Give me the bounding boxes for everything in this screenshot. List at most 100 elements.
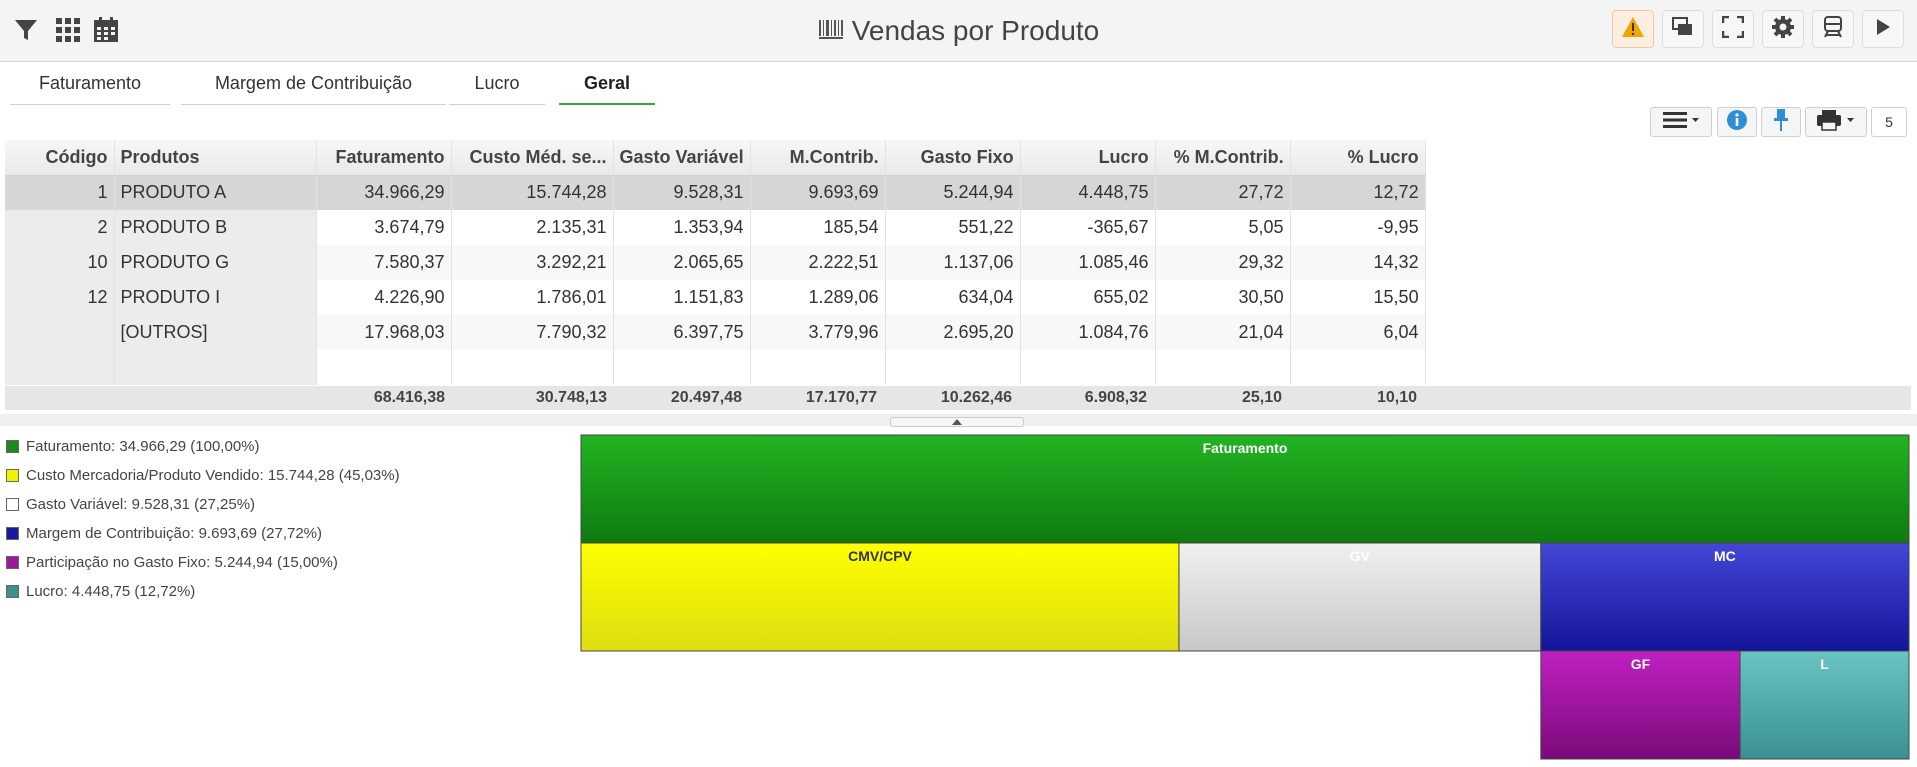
col-header-faturamento[interactable]: Faturamento: [316, 140, 452, 176]
print-icon: [1816, 109, 1856, 136]
cell: PRODUTO A: [114, 175, 317, 210]
info-button[interactable]: [1717, 107, 1757, 137]
pin-icon: [1773, 108, 1789, 137]
cell: -9,95: [1290, 210, 1426, 245]
legend-swatch: [6, 527, 19, 540]
cell: 185,54: [750, 210, 886, 245]
cell: 2.065,65: [613, 245, 751, 280]
cell: 1.085,46: [1020, 245, 1156, 280]
windows-icon: [1672, 16, 1694, 42]
cell: 6.397,75: [613, 315, 751, 350]
cell: 5.244,94: [885, 175, 1021, 210]
settings-button[interactable]: [1762, 10, 1804, 48]
pin-button[interactable]: [1761, 107, 1801, 137]
cell: 10: [5, 245, 115, 280]
column-menu-button[interactable]: [1650, 107, 1712, 137]
cell: 551,22: [885, 210, 1021, 245]
legend-swatch: [6, 498, 19, 511]
legend-item-custo: Custo Mercadoria/Produto Vendido: 15.744…: [6, 461, 400, 490]
cell: [OUTROS]: [114, 315, 317, 350]
cell: 634,04: [885, 280, 1021, 315]
table-row[interactable]: 2 PRODUTO B 3.674,79 2.135,31 1.353,94 1…: [5, 210, 1426, 245]
chart-legend: Faturamento: 34.966,29 (100,00%) Custo M…: [6, 432, 400, 606]
empty-row: [5, 350, 1426, 385]
warning-button[interactable]: [1612, 10, 1654, 48]
table-row[interactable]: 1 PRODUTO A 34.966,29 15.744,28 9.528,31…: [5, 175, 1426, 210]
barcode-icon: [818, 17, 844, 46]
legend-item-lucro: Lucro: 4.448,75 (12,72%): [6, 577, 400, 606]
total-custo: 30.748,13: [535, 389, 607, 406]
legend-item-faturamento: Faturamento: 34.966,29 (100,00%): [6, 432, 400, 461]
windows-button[interactable]: [1662, 10, 1704, 48]
col-header-gasto-variavel[interactable]: Gasto Variável: [613, 140, 751, 176]
totals-row: 68.416,38 30.748,13 20.497,48 17.170,77 …: [5, 386, 1911, 410]
cell: -365,67: [1020, 210, 1156, 245]
treemap-label-gv: GV: [1350, 548, 1371, 564]
fullscreen-icon: [1721, 15, 1745, 43]
top-bar: Vendas por Produto: [0, 0, 1917, 62]
tab-lucro[interactable]: Lucro: [449, 63, 545, 105]
cell: 5,05: [1155, 210, 1291, 245]
table-row[interactable]: 12 PRODUTO I 4.226,90 1.786,01 1.151,83 …: [5, 280, 1426, 315]
cell: 1.353,94: [613, 210, 751, 245]
table-row[interactable]: [OUTROS] 17.968,03 7.790,32 6.397,75 3.7…: [5, 315, 1426, 350]
legend-item-gasto-variavel: Gasto Variável: 9.528,31 (27,25%): [6, 490, 400, 519]
splitter-handle[interactable]: [890, 417, 1024, 427]
col-header-pct-m-contrib[interactable]: % M.Contrib.: [1155, 140, 1291, 176]
cell: 1.084,76: [1020, 315, 1156, 350]
legend-swatch: [6, 440, 19, 453]
info-icon: [1726, 109, 1748, 136]
gear-icon: [1771, 15, 1795, 44]
cell: 27,72: [1155, 175, 1291, 210]
col-header-lucro[interactable]: Lucro: [1020, 140, 1156, 176]
page-title: Vendas por Produto: [851, 15, 1100, 46]
cell: PRODUTO G: [114, 245, 317, 280]
cell: 15,50: [1290, 280, 1426, 315]
warning-icon: [1621, 16, 1645, 43]
cell: 2.695,20: [885, 315, 1021, 350]
record-count-badge[interactable]: 5: [1871, 107, 1907, 137]
cell: 21,04: [1155, 315, 1291, 350]
data-table: Código Produtos Faturamento Custo Méd. s…: [5, 140, 1426, 385]
train-icon: [1821, 15, 1845, 44]
cell: 14,32: [1290, 245, 1426, 280]
col-header-pct-lucro[interactable]: % Lucro: [1290, 140, 1426, 176]
col-header-gasto-fixo[interactable]: Gasto Fixo: [885, 140, 1021, 176]
cell: 9.528,31: [613, 175, 751, 210]
cell: 2: [5, 210, 115, 245]
legend-item-margem: Margem de Contribuição: 9.693,69 (27,72%…: [6, 519, 400, 548]
col-header-custo-medio[interactable]: Custo Méd. se...: [451, 140, 614, 176]
menu-icon: [1662, 111, 1700, 134]
treemap-label-mc: MC: [1714, 548, 1736, 564]
cell: 12: [5, 280, 115, 315]
legend-swatch: [6, 556, 19, 569]
cell: 1: [5, 175, 115, 210]
cell: 34.966,29: [316, 175, 452, 210]
print-button[interactable]: [1805, 107, 1867, 137]
cell: 4.226,90: [316, 280, 452, 315]
legend-swatch: [6, 585, 19, 598]
treemap-chart: Faturamento CMV/CPV GV MC GF L: [580, 434, 1910, 760]
cell: 3.779,96: [750, 315, 886, 350]
cell: [5, 315, 115, 350]
tab-margem-contribuicao[interactable]: Margem de Contribuição: [181, 63, 446, 105]
cell: 1.786,01: [451, 280, 614, 315]
cell: 7.580,37: [316, 245, 452, 280]
cell: 1.137,06: [885, 245, 1021, 280]
tab-faturamento[interactable]: Faturamento: [10, 63, 170, 105]
train-button[interactable]: [1812, 10, 1854, 48]
cell: PRODUTO I: [114, 280, 317, 315]
cell: 29,32: [1155, 245, 1291, 280]
fullscreen-button[interactable]: [1712, 10, 1754, 48]
col-header-produtos[interactable]: Produtos: [114, 140, 317, 176]
table-row[interactable]: 10 PRODUTO G 7.580,37 3.292,21 2.065,65 …: [5, 245, 1426, 280]
cell: 15.744,28: [451, 175, 614, 210]
col-header-codigo[interactable]: Código: [5, 140, 115, 176]
cell: 7.790,32: [451, 315, 614, 350]
tab-geral[interactable]: Geral: [559, 63, 655, 105]
col-header-m-contrib[interactable]: M.Contrib.: [750, 140, 886, 176]
cell: 12,72: [1290, 175, 1426, 210]
play-button[interactable]: [1862, 10, 1904, 48]
cell: 655,02: [1020, 280, 1156, 315]
treemap-label-l: L: [1820, 656, 1829, 672]
